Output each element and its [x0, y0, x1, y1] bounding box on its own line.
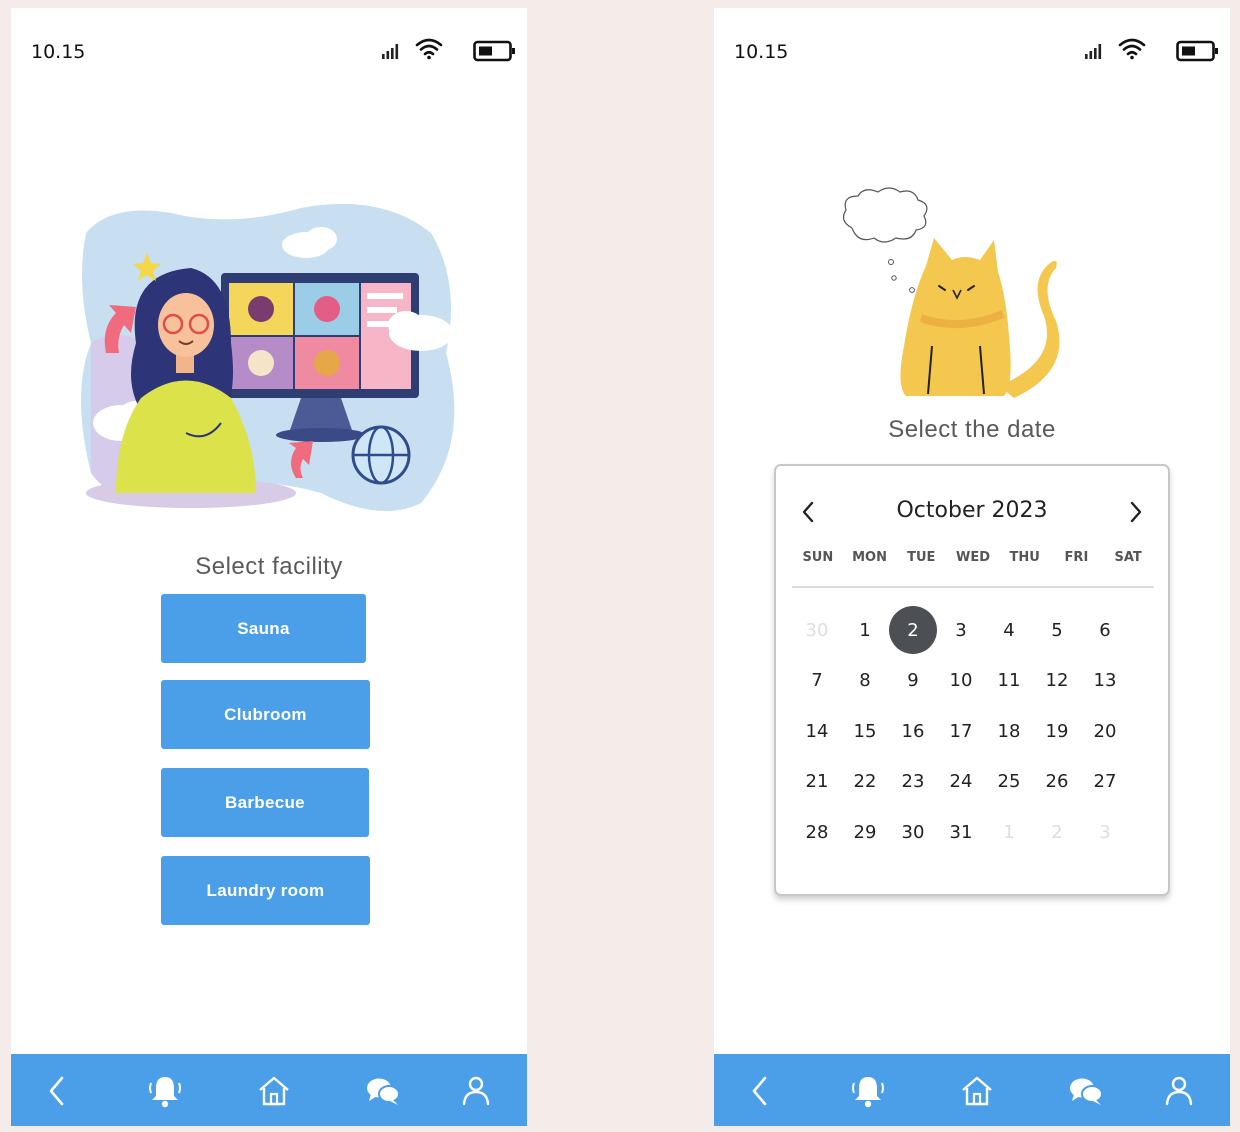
- calendar-day[interactable]: 23: [889, 758, 937, 806]
- calendar-day: 1: [1003, 821, 1015, 843]
- bell-icon[interactable]: [848, 1072, 888, 1110]
- video-call-illustration: [81, 203, 455, 511]
- calendar-day[interactable]: 13: [1081, 657, 1129, 705]
- chevron-right-icon: [1130, 501, 1142, 523]
- calendar-day[interactable]: 27: [1081, 758, 1129, 806]
- date-screen: 10.15 Select the date October 2023 SUN M…: [714, 8, 1230, 1126]
- status-bar: 10.15: [714, 8, 1230, 88]
- calendar-day[interactable]: 5: [1033, 606, 1081, 654]
- calendar-day: 3: [1099, 821, 1111, 843]
- chat-icon[interactable]: [363, 1072, 403, 1110]
- bottom-nav: [11, 1054, 527, 1126]
- calendar-day[interactable]: 4: [985, 606, 1033, 654]
- calendar-day[interactable]: 25: [985, 758, 1033, 806]
- calendar-grid: 30 1 2 3 4 5 6 7 8 9 10 11 12 13 14 15 16 17 18 19 20 21 22 23 2…: [793, 606, 1129, 859]
- calendar-day[interactable]: 16: [889, 707, 937, 755]
- user-icon[interactable]: [456, 1072, 496, 1110]
- status-time: 10.15: [31, 41, 86, 63]
- calendar-day[interactable]: 19: [1033, 707, 1081, 755]
- calendar-day[interactable]: 15: [841, 707, 889, 755]
- calendar-day[interactable]: 31: [937, 808, 985, 856]
- weekday-label: TUE: [907, 550, 936, 565]
- weekday-header: SUN MON TUE WED THU FRI SAT: [792, 550, 1154, 572]
- calendar-week-row: 30 1 2 3 4 5 6: [793, 606, 1129, 657]
- battery-icon: [1176, 40, 1218, 62]
- calendar-week-row: 28 29 30 31 1 2 3: [793, 808, 1129, 859]
- calendar-day[interactable]: 1: [841, 606, 889, 654]
- calendar-day[interactable]: 24: [937, 758, 985, 806]
- calendar-day: 2: [1051, 821, 1063, 843]
- calendar-day-selected[interactable]: 2: [889, 606, 937, 654]
- weekday-label: FRI: [1064, 550, 1089, 565]
- calendar-day[interactable]: 8: [841, 657, 889, 705]
- calendar-day[interactable]: 20: [1081, 707, 1129, 755]
- user-icon[interactable]: [1159, 1072, 1199, 1110]
- calendar-day[interactable]: 30: [889, 808, 937, 856]
- status-time: 10.15: [734, 41, 789, 63]
- home-icon[interactable]: [957, 1072, 997, 1110]
- calendar-week-row: 21 22 23 24 25 26 27: [793, 758, 1129, 809]
- calendar-day[interactable]: 22: [841, 758, 889, 806]
- cat-illustration: [842, 187, 1060, 398]
- calendar-header: October 2023: [776, 494, 1168, 530]
- wifi-icon: [1118, 38, 1146, 60]
- barbecue-button[interactable]: Barbecue: [161, 768, 369, 837]
- laundry-room-button[interactable]: Laundry room: [161, 856, 370, 925]
- date-picker: October 2023 SUN MON TUE WED THU FRI SAT…: [774, 464, 1170, 896]
- clubroom-button[interactable]: Clubroom: [161, 680, 370, 749]
- calendar-week-row: 14 15 16 17 18 19 20: [793, 707, 1129, 758]
- calendar-day[interactable]: 12: [1033, 657, 1081, 705]
- chat-icon[interactable]: [1066, 1072, 1106, 1110]
- weekday-label: WED: [955, 550, 990, 565]
- calendar-day: 30: [805, 619, 829, 641]
- bottom-nav: [714, 1054, 1230, 1126]
- next-month-button[interactable]: [1122, 498, 1150, 526]
- calendar-day[interactable]: 9: [889, 657, 937, 705]
- calendar-day[interactable]: 10: [937, 657, 985, 705]
- calendar-week-row: 7 8 9 10 11 12 13: [793, 657, 1129, 708]
- weekday-label: MON: [852, 550, 887, 565]
- battery-icon: [473, 40, 515, 62]
- calendar-day[interactable]: 21: [793, 758, 841, 806]
- bell-icon[interactable]: [145, 1072, 185, 1110]
- back-arrow-icon[interactable]: [740, 1072, 780, 1110]
- calendar-divider: [792, 586, 1154, 588]
- calendar-day[interactable]: 17: [937, 707, 985, 755]
- weekday-label: SUN: [802, 550, 834, 565]
- status-bar: 10.15: [11, 8, 527, 88]
- weekday-label: SAT: [1114, 550, 1142, 565]
- weekday-label: THU: [1009, 550, 1040, 565]
- wifi-icon: [415, 38, 443, 60]
- signal-icon: [382, 44, 399, 59]
- signal-icon: [1085, 44, 1102, 59]
- calendar-day[interactable]: 29: [841, 808, 889, 856]
- page-title: Select facility: [195, 553, 343, 580]
- home-icon[interactable]: [254, 1072, 294, 1110]
- calendar-day[interactable]: 26: [1033, 758, 1081, 806]
- sauna-button[interactable]: Sauna: [161, 594, 366, 663]
- calendar-day[interactable]: 11: [985, 657, 1033, 705]
- month-label: October 2023: [896, 498, 1048, 523]
- back-arrow-icon[interactable]: [37, 1072, 77, 1110]
- facility-screen: 10.15 Select facility Sauna Clubroom Bar…: [11, 8, 527, 1126]
- calendar-day[interactable]: 14: [793, 707, 841, 755]
- calendar-day[interactable]: 7: [793, 657, 841, 705]
- calendar-day[interactable]: 28: [793, 808, 841, 856]
- calendar-day[interactable]: 6: [1081, 606, 1129, 654]
- page-title: Select the date: [888, 416, 1056, 443]
- calendar-day[interactable]: 18: [985, 707, 1033, 755]
- calendar-day[interactable]: 3: [937, 606, 985, 654]
